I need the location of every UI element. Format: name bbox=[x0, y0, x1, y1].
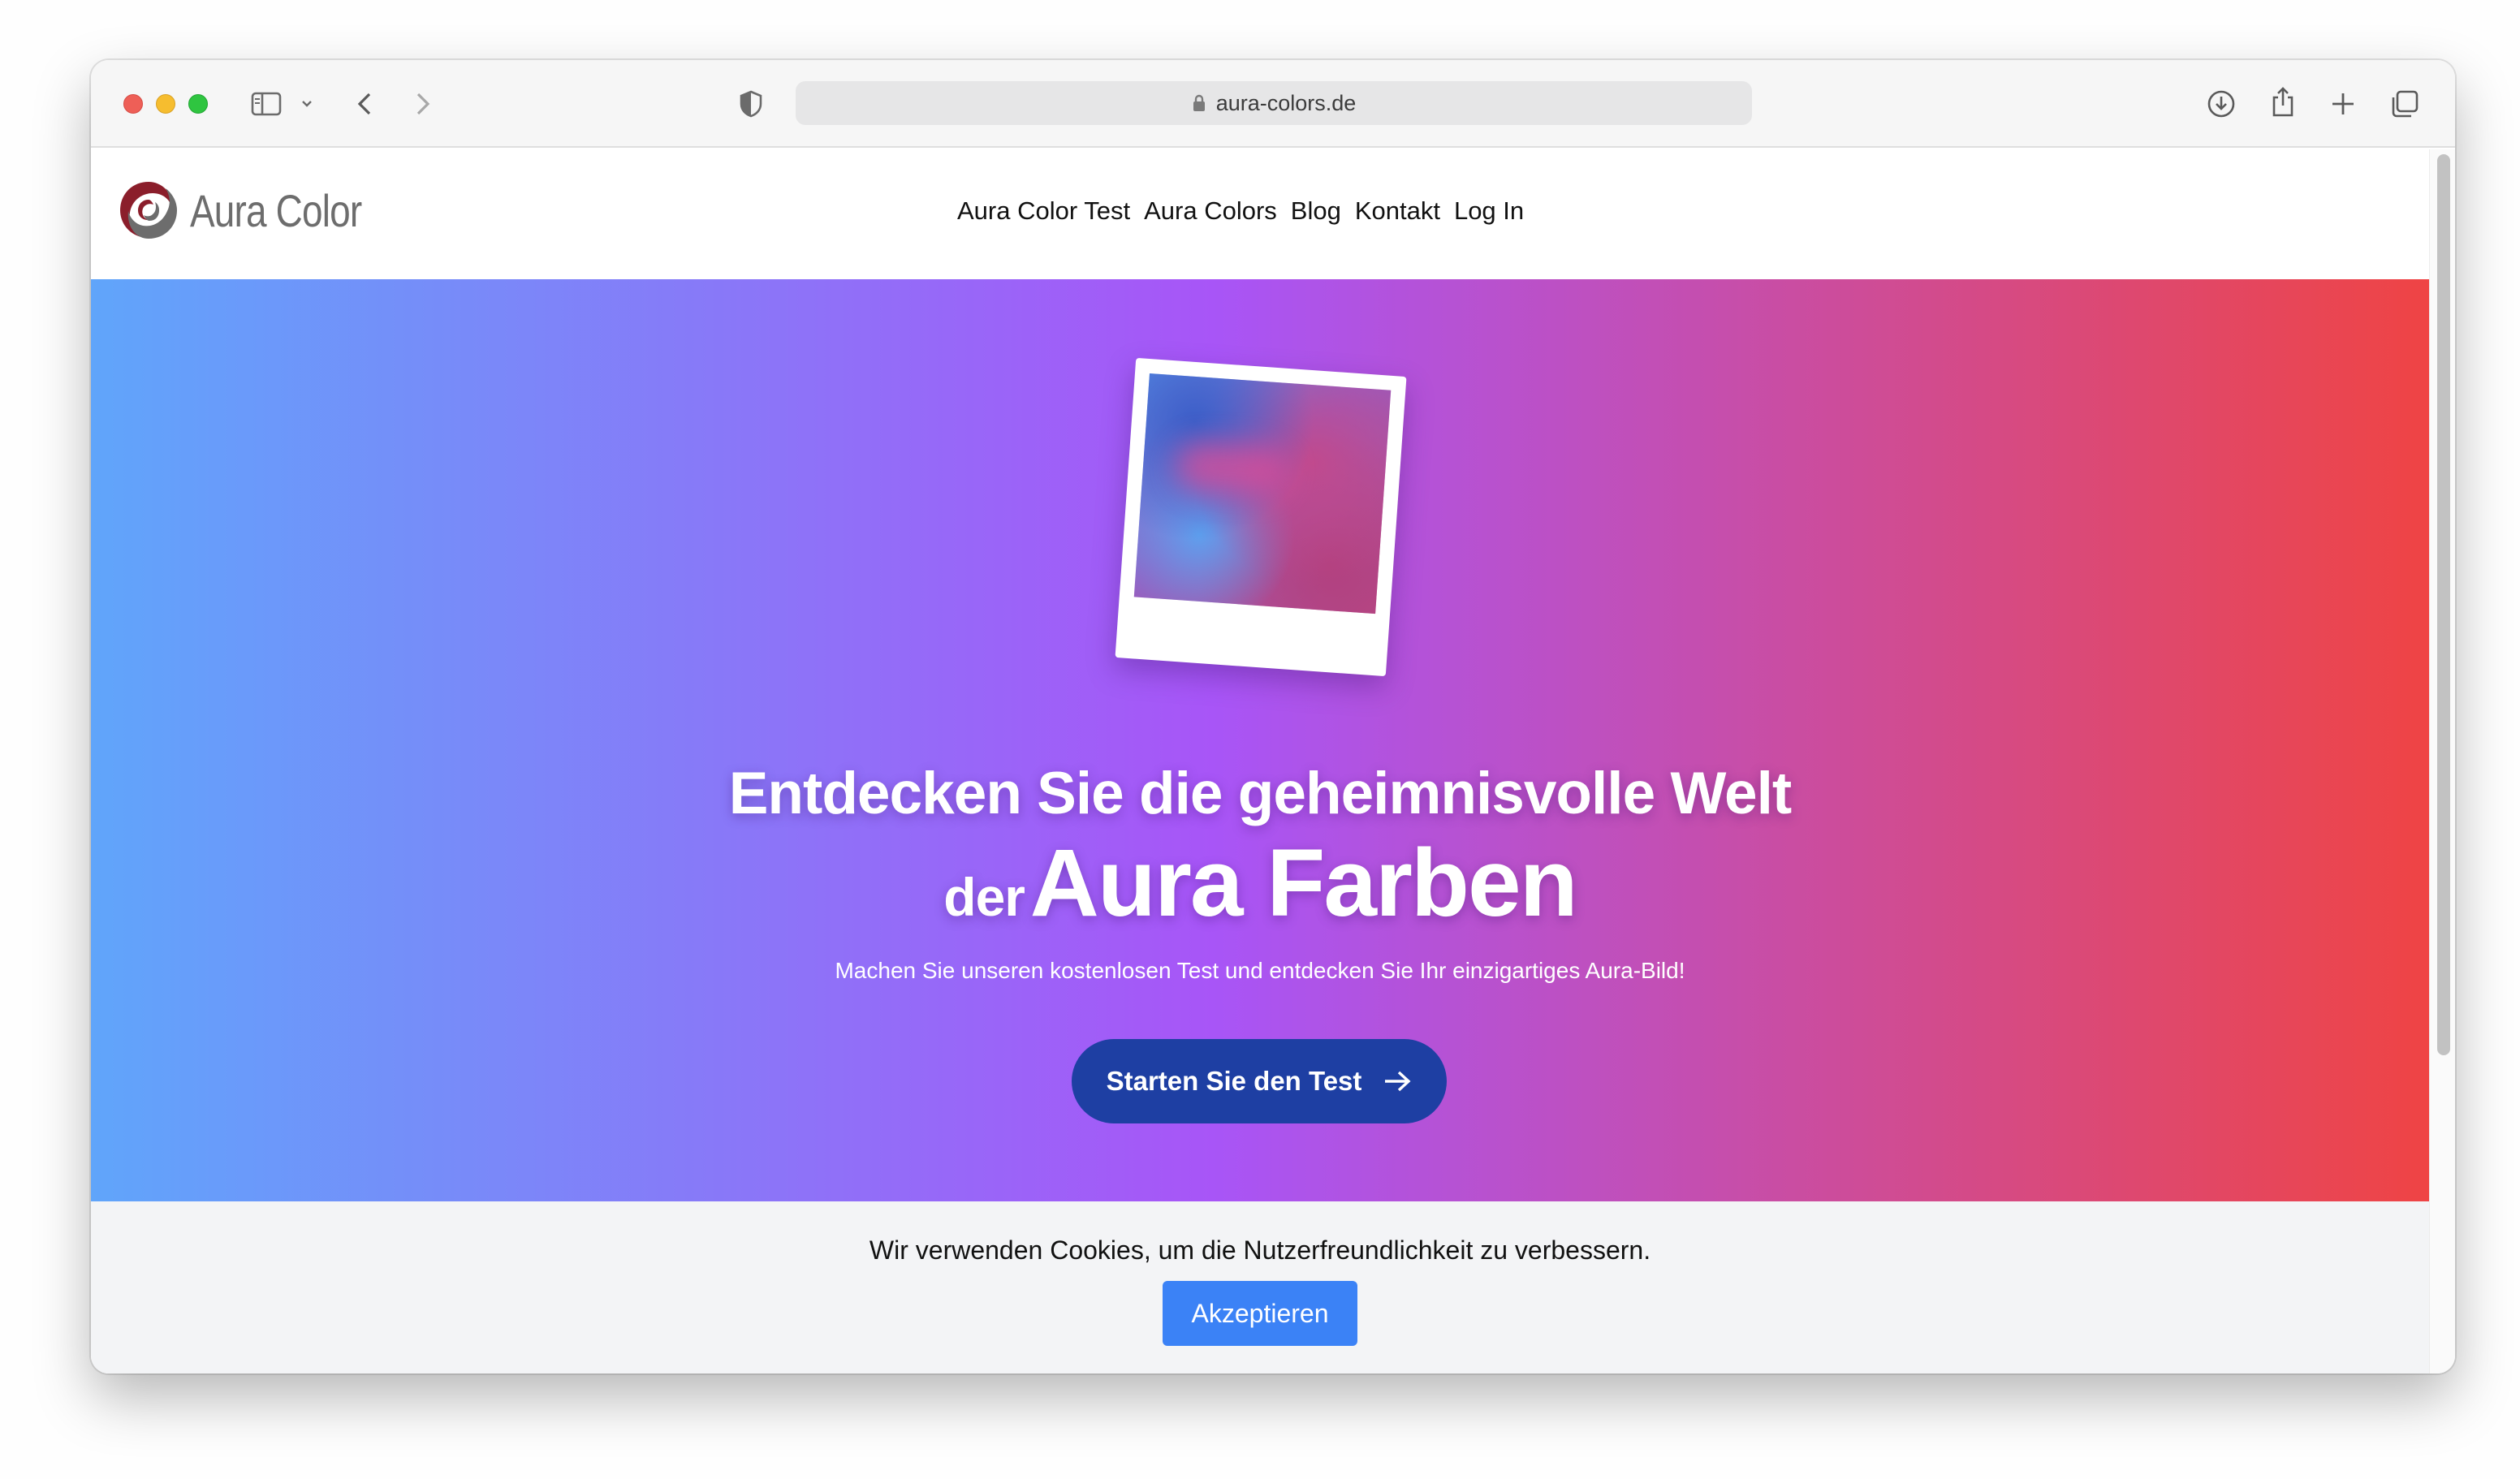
nav-log-in[interactable]: Log In bbox=[1454, 196, 1524, 226]
accept-cookies-button[interactable]: Akzeptieren bbox=[1163, 1281, 1357, 1346]
address-url: aura-colors.de bbox=[1215, 90, 1357, 115]
hero-headline-line1: Entdecken Sie die geheimnisvolle Welt bbox=[728, 761, 1793, 826]
lock-icon bbox=[1193, 94, 1205, 111]
start-test-button[interactable]: Starten Sie den Test bbox=[1072, 1039, 1447, 1123]
share-icon[interactable] bbox=[2267, 84, 2299, 120]
tab-overview-icon[interactable] bbox=[2388, 88, 2421, 120]
nav-kontakt[interactable]: Kontakt bbox=[1355, 196, 1440, 226]
download-icon[interactable] bbox=[2205, 88, 2237, 120]
new-tab-icon[interactable] bbox=[2328, 89, 2358, 119]
chevron-down-icon[interactable] bbox=[299, 96, 315, 112]
shield-icon[interactable] bbox=[737, 88, 765, 120]
hero-section: Entdecken Sie die geheimnisvolle Welt de… bbox=[91, 279, 2429, 1201]
minimize-window-button[interactable] bbox=[156, 94, 175, 114]
nav-blog[interactable]: Blog bbox=[1291, 196, 1341, 226]
nav-aura-colors[interactable]: Aura Colors bbox=[1144, 196, 1277, 226]
forward-arrow-icon[interactable] bbox=[411, 89, 435, 119]
browser-toolbar: aura-colors.de bbox=[91, 60, 2455, 148]
arrow-right-icon bbox=[1385, 1071, 1411, 1092]
page-viewport: Aura Color Aura Color Test Aura Colors B… bbox=[91, 149, 2455, 1373]
browser-window: aura-colors.de Aura Color Aura Color Tes… bbox=[91, 60, 2455, 1373]
main-nav: Aura Color Test Aura Colors Blog Kontakt… bbox=[957, 196, 1524, 226]
hero-headline-main: Aura Farben bbox=[1029, 830, 1578, 937]
sidebar-toggle-icon[interactable] bbox=[250, 89, 283, 119]
zoom-window-button[interactable] bbox=[188, 94, 208, 114]
aura-photo bbox=[1133, 373, 1392, 614]
hero-headline-prefix: der bbox=[943, 867, 1025, 927]
screenshot-stage: aura-colors.de Aura Color Aura Color Tes… bbox=[0, 0, 2520, 1479]
site-logo[interactable]: Aura Color bbox=[115, 177, 399, 244]
start-test-label: Starten Sie den Test bbox=[1106, 1066, 1362, 1096]
close-window-button[interactable] bbox=[123, 94, 143, 114]
nav-aura-color-test[interactable]: Aura Color Test bbox=[957, 196, 1130, 226]
hero-subline: Machen Sie unseren kostenlosen Test und … bbox=[835, 958, 1685, 983]
cookie-banner: Wir verwenden Cookies, um die Nutzerfreu… bbox=[91, 1201, 2429, 1373]
site-header: Aura Color Aura Color Test Aura Colors B… bbox=[91, 149, 2429, 279]
aura-polaroid-image bbox=[1115, 357, 1407, 677]
vertical-scrollbar[interactable] bbox=[2429, 149, 2455, 1373]
logo-text: Aura Color bbox=[190, 184, 362, 236]
cookie-text: Wir verwenden Cookies, um die Nutzerfreu… bbox=[869, 1235, 1651, 1265]
aura-logo-icon bbox=[120, 182, 177, 239]
scrollbar-thumb[interactable] bbox=[2437, 154, 2450, 1055]
hero-headline-line2: der Aura Farben bbox=[91, 828, 2429, 938]
back-arrow-icon[interactable] bbox=[352, 89, 377, 119]
address-bar[interactable]: aura-colors.de bbox=[796, 81, 1752, 125]
